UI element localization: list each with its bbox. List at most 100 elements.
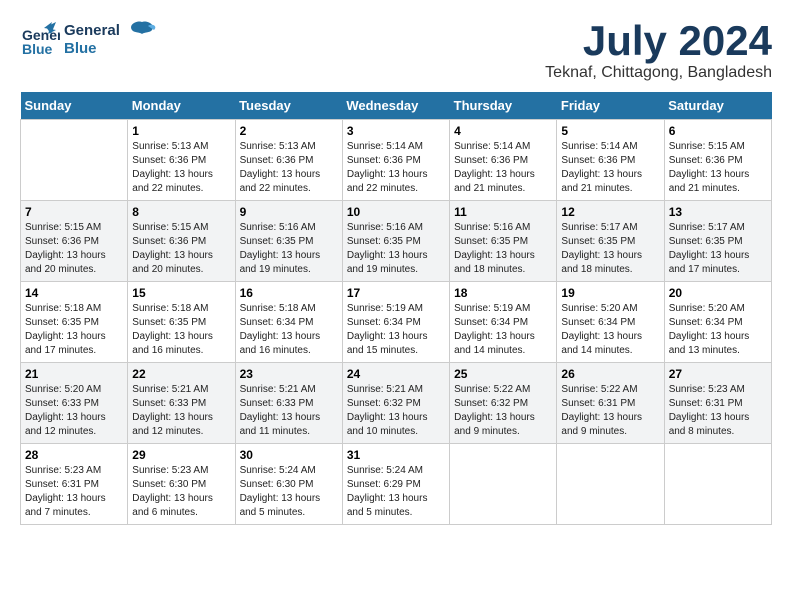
calendar-cell: 18Sunrise: 5:19 AMSunset: 6:34 PMDayligh… xyxy=(450,282,557,363)
day-info: Sunrise: 5:16 AMSunset: 6:35 PMDaylight:… xyxy=(347,221,445,277)
calendar-cell: 26 Sunrise: 5:22 AMSunset: 6:31 PMDayligh… xyxy=(557,363,664,444)
day-info: Sunrise: 5:22 AMSunset: 6:32 PMDaylight:… xyxy=(454,383,552,439)
calendar-table: SundayMondayTuesdayWednesdayThursdayFrid… xyxy=(20,92,772,525)
day-info: Sunrise: 5:21 AMSunset: 6:32 PMDaylight:… xyxy=(347,383,445,439)
day-header-monday: Monday xyxy=(128,92,235,120)
day-info: Sunrise: 5:19 AMSunset: 6:34 PMDaylight:… xyxy=(454,302,552,358)
calendar-cell: 5 Sunrise: 5:14 AMSunset: 6:36 PMDaylight… xyxy=(557,120,664,201)
day-number: 17 xyxy=(347,286,445,300)
day-number: 24 xyxy=(347,367,445,381)
calendar-cell: 1 Sunrise: 5:13 AMSunset: 6:36 PMDaylight… xyxy=(128,120,235,201)
day-number: 23 xyxy=(240,367,338,381)
day-number: 14 xyxy=(25,286,123,300)
day-number: 13 xyxy=(669,205,767,219)
calendar-cell xyxy=(557,444,664,525)
day-info: Sunrise: 5:24 AMSunset: 6:30 PMDaylight:… xyxy=(240,464,338,520)
day-info: Sunrise: 5:20 AMSunset: 6:33 PMDaylight:… xyxy=(25,383,123,439)
day-info: Sunrise: 5:17 AMSunset: 6:35 PMDaylight:… xyxy=(669,221,767,277)
day-info: Sunrise: 5:20 AMSunset: 6:34 PMDaylight:… xyxy=(669,302,767,358)
calendar-cell: 17Sunrise: 5:19 AMSunset: 6:34 PMDayligh… xyxy=(342,282,449,363)
day-number: 27 xyxy=(669,367,767,381)
calendar-cell: 16Sunrise: 5:18 AMSunset: 6:34 PMDayligh… xyxy=(235,282,342,363)
day-info: Sunrise: 5:21 AMSunset: 6:33 PMDaylight:… xyxy=(132,383,230,439)
day-number: 28 xyxy=(25,448,123,462)
day-info: Sunrise: 5:22 AMSunset: 6:31 PMDaylight:… xyxy=(561,383,659,439)
calendar-cell: 3 Sunrise: 5:14 AMSunset: 6:36 PMDaylight… xyxy=(342,120,449,201)
day-number: 19 xyxy=(561,286,659,300)
calendar-cell xyxy=(450,444,557,525)
calendar-cell: 21 Sunrise: 5:20 AMSunset: 6:33 PMDayligh… xyxy=(21,363,128,444)
day-number: 9 xyxy=(240,205,338,219)
calendar-cell: 29 Sunrise: 5:23 AMSunset: 6:30 PMDayligh… xyxy=(128,444,235,525)
week-row-1: 1 Sunrise: 5:13 AMSunset: 6:36 PMDaylight… xyxy=(21,120,772,201)
calendar-cell: 31Sunrise: 5:24 AMSunset: 6:29 PMDayligh… xyxy=(342,444,449,525)
header: General Blue General Blue July 2024 Tekn… xyxy=(20,20,772,82)
day-number: 20 xyxy=(669,286,767,300)
calendar-cell: 30Sunrise: 5:24 AMSunset: 6:30 PMDayligh… xyxy=(235,444,342,525)
day-header-friday: Friday xyxy=(557,92,664,120)
day-info: Sunrise: 5:13 AMSunset: 6:36 PMDaylight:… xyxy=(132,140,230,196)
day-number: 2 xyxy=(240,124,338,138)
day-info: Sunrise: 5:24 AMSunset: 6:29 PMDaylight:… xyxy=(347,464,445,520)
day-number: 11 xyxy=(454,205,552,219)
day-info: Sunrise: 5:15 AMSunset: 6:36 PMDaylight:… xyxy=(132,221,230,277)
day-info: Sunrise: 5:20 AMSunset: 6:34 PMDaylight:… xyxy=(561,302,659,358)
day-info: Sunrise: 5:14 AMSunset: 6:36 PMDaylight:… xyxy=(347,140,445,196)
calendar-cell: 9Sunrise: 5:16 AMSunset: 6:35 PMDaylight… xyxy=(235,201,342,282)
calendar-cell: 20 Sunrise: 5:20 AMSunset: 6:34 PMDayligh… xyxy=(664,282,771,363)
location-subtitle: Teknaf, Chittagong, Bangladesh xyxy=(545,64,772,82)
calendar-cell: 2 Sunrise: 5:13 AMSunset: 6:36 PMDaylight… xyxy=(235,120,342,201)
logo: General Blue General Blue xyxy=(20,20,156,60)
calendar-cell: 7 Sunrise: 5:15 AMSunset: 6:36 PMDaylight… xyxy=(21,201,128,282)
day-number: 26 xyxy=(561,367,659,381)
day-number: 7 xyxy=(25,205,123,219)
calendar-cell xyxy=(21,120,128,201)
calendar-cell: 6 Sunrise: 5:15 AMSunset: 6:36 PMDaylight… xyxy=(664,120,771,201)
logo-blue: Blue xyxy=(64,40,120,58)
calendar-cell: 22 Sunrise: 5:21 AMSunset: 6:33 PMDayligh… xyxy=(128,363,235,444)
day-number: 21 xyxy=(25,367,123,381)
day-number: 5 xyxy=(561,124,659,138)
calendar-cell: 12Sunrise: 5:17 AMSunset: 6:35 PMDayligh… xyxy=(557,201,664,282)
week-row-5: 28 Sunrise: 5:23 AMSunset: 6:31 PMDayligh… xyxy=(21,444,772,525)
day-info: Sunrise: 5:18 AMSunset: 6:35 PMDaylight:… xyxy=(25,302,123,358)
logo-general: General xyxy=(64,22,120,40)
calendar-cell: 28 Sunrise: 5:23 AMSunset: 6:31 PMDayligh… xyxy=(21,444,128,525)
calendar-cell: 8 Sunrise: 5:15 AMSunset: 6:36 PMDaylight… xyxy=(128,201,235,282)
logo-icon: General Blue xyxy=(20,20,60,60)
day-info: Sunrise: 5:17 AMSunset: 6:35 PMDaylight:… xyxy=(561,221,659,277)
day-info: Sunrise: 5:15 AMSunset: 6:36 PMDaylight:… xyxy=(669,140,767,196)
calendar-cell: 14 Sunrise: 5:18 AMSunset: 6:35 PMDayligh… xyxy=(21,282,128,363)
day-info: Sunrise: 5:18 AMSunset: 6:35 PMDaylight:… xyxy=(132,302,230,358)
day-info: Sunrise: 5:14 AMSunset: 6:36 PMDaylight:… xyxy=(561,140,659,196)
day-number: 16 xyxy=(240,286,338,300)
day-number: 22 xyxy=(132,367,230,381)
calendar-cell: 27 Sunrise: 5:23 AMSunset: 6:31 PMDayligh… xyxy=(664,363,771,444)
day-number: 3 xyxy=(347,124,445,138)
calendar-cell: 13 Sunrise: 5:17 AMSunset: 6:35 PMDayligh… xyxy=(664,201,771,282)
calendar-cell: 15Sunrise: 5:18 AMSunset: 6:35 PMDayligh… xyxy=(128,282,235,363)
day-number: 6 xyxy=(669,124,767,138)
day-info: Sunrise: 5:21 AMSunset: 6:33 PMDaylight:… xyxy=(240,383,338,439)
calendar-cell: 10 Sunrise: 5:16 AMSunset: 6:35 PMDayligh… xyxy=(342,201,449,282)
day-number: 8 xyxy=(132,205,230,219)
week-row-2: 7 Sunrise: 5:15 AMSunset: 6:36 PMDaylight… xyxy=(21,201,772,282)
day-info: Sunrise: 5:23 AMSunset: 6:30 PMDaylight:… xyxy=(132,464,230,520)
day-number: 4 xyxy=(454,124,552,138)
month-year-title: July 2024 xyxy=(545,20,772,62)
calendar-cell: 24 Sunrise: 5:21 AMSunset: 6:32 PMDayligh… xyxy=(342,363,449,444)
day-number: 29 xyxy=(132,448,230,462)
day-number: 1 xyxy=(132,124,230,138)
day-info: Sunrise: 5:23 AMSunset: 6:31 PMDaylight:… xyxy=(669,383,767,439)
week-row-4: 21 Sunrise: 5:20 AMSunset: 6:33 PMDayligh… xyxy=(21,363,772,444)
title-section: July 2024 Teknaf, Chittagong, Bangladesh xyxy=(545,20,772,82)
calendar-cell: 11Sunrise: 5:16 AMSunset: 6:35 PMDayligh… xyxy=(450,201,557,282)
bird-icon xyxy=(128,20,156,50)
day-number: 10 xyxy=(347,205,445,219)
day-info: Sunrise: 5:15 AMSunset: 6:36 PMDaylight:… xyxy=(25,221,123,277)
day-info: Sunrise: 5:23 AMSunset: 6:31 PMDaylight:… xyxy=(25,464,123,520)
day-number: 25 xyxy=(454,367,552,381)
day-header-thursday: Thursday xyxy=(450,92,557,120)
calendar-cell: 25 Sunrise: 5:22 AMSunset: 6:32 PMDayligh… xyxy=(450,363,557,444)
day-info: Sunrise: 5:13 AMSunset: 6:36 PMDaylight:… xyxy=(240,140,338,196)
